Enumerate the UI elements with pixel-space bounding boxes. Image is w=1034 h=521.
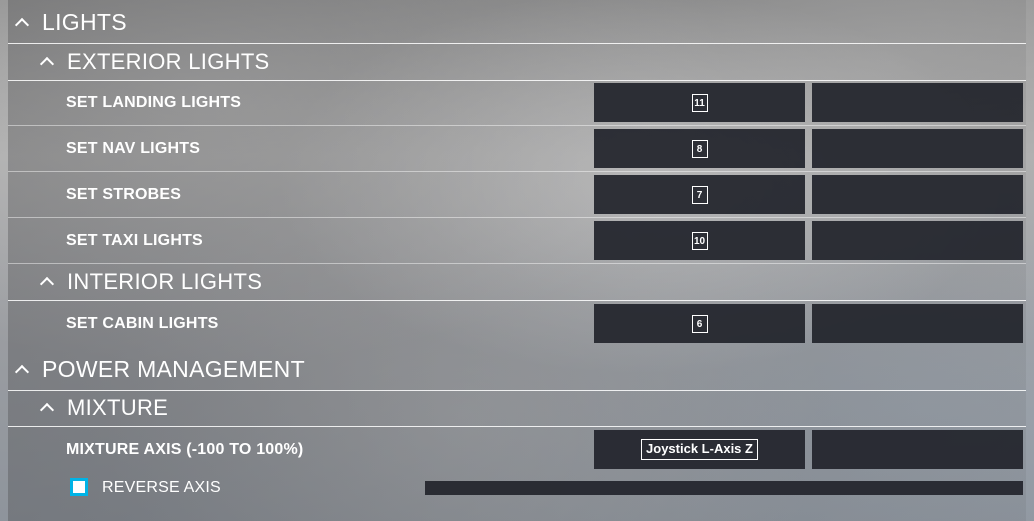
chevron-up-icon[interactable]	[14, 364, 30, 379]
primary-binding-slot[interactable]: 7	[594, 175, 805, 214]
reverse-axis-label: REVERSE AXIS	[102, 479, 221, 496]
binding-row-nav-lights: SET NAV LIGHTS 8	[8, 126, 1026, 172]
chevron-up-icon[interactable]	[14, 17, 30, 32]
chevron-up-icon[interactable]	[39, 56, 55, 72]
subsection-title: EXTERIOR LIGHTS	[67, 49, 270, 74]
primary-binding-slot[interactable]: 11	[594, 83, 805, 122]
checkbox-box	[73, 481, 85, 493]
subsection-header-interior-lights[interactable]: INTERIOR LIGHTS	[8, 264, 1026, 301]
section-header-lights[interactable]: LIGHTS	[8, 2, 1026, 44]
key-binding-badge: 6	[691, 314, 708, 333]
action-label: SET NAV LIGHTS	[66, 140, 201, 157]
secondary-binding-slot[interactable]	[812, 430, 1023, 469]
secondary-binding-slot[interactable]	[812, 304, 1023, 343]
subsection-title: MIXTURE	[67, 395, 169, 420]
section-title: POWER MANAGEMENT	[42, 356, 305, 382]
binding-row-taxi-lights: SET TAXI LIGHTS 10	[8, 218, 1026, 264]
subsection-header-exterior-lights[interactable]: EXTERIOR LIGHTS	[8, 44, 1026, 81]
section-header-power-management[interactable]: POWER MANAGEMENT	[8, 349, 1026, 391]
key-binding-badge: 10	[691, 231, 708, 250]
section-title: LIGHTS	[42, 9, 127, 35]
primary-binding-slot[interactable]: Joystick L-Axis Z	[594, 430, 805, 469]
key-binding-badge: 11	[691, 93, 708, 112]
secondary-binding-slot[interactable]	[812, 129, 1023, 168]
primary-binding-slot[interactable]: 8	[594, 129, 805, 168]
reverse-axis-row: REVERSE AXIS	[8, 472, 1026, 504]
action-label: MIXTURE AXIS (-100 TO 100%)	[66, 441, 304, 458]
binding-row-cabin-lights: SET CABIN LIGHTS 6	[8, 301, 1026, 347]
secondary-binding-slot[interactable]	[812, 83, 1023, 122]
primary-binding-slot[interactable]: 6	[594, 304, 805, 343]
action-label: SET LANDING LIGHTS	[66, 94, 242, 111]
secondary-binding-slot[interactable]	[812, 175, 1023, 214]
secondary-binding-slot[interactable]	[812, 221, 1023, 260]
reverse-axis-checkbox[interactable]	[70, 478, 88, 496]
chevron-up-icon[interactable]	[39, 402, 55, 418]
action-label: SET CABIN LIGHTS	[66, 315, 219, 332]
chevron-up-icon[interactable]	[39, 276, 55, 292]
subsection-header-mixture[interactable]: MIXTURE	[8, 390, 1026, 427]
subsection-title: INTERIOR LIGHTS	[67, 269, 263, 294]
binding-row-strobes: SET STROBES 7	[8, 172, 1026, 218]
action-label: SET STROBES	[66, 186, 182, 203]
binding-row-mixture-axis: MIXTURE AXIS (-100 TO 100%) Joystick L-A…	[8, 427, 1026, 473]
binding-row-landing-lights: SET LANDING LIGHTS 11	[8, 80, 1026, 126]
key-binding-badge: 7	[691, 185, 708, 204]
axis-binding-badge: Joystick L-Axis Z	[641, 439, 758, 460]
key-binding-badge: 8	[691, 139, 708, 158]
action-label: SET TAXI LIGHTS	[66, 232, 203, 249]
axis-input-bar	[425, 481, 1023, 495]
primary-binding-slot[interactable]: 10	[594, 221, 805, 260]
